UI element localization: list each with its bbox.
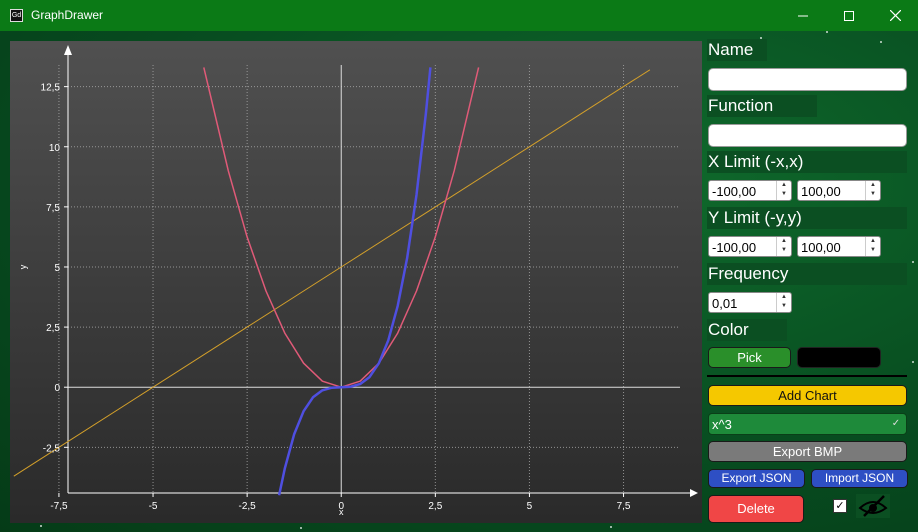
x-tick-label: 7,5 — [617, 501, 631, 512]
export-json-button[interactable]: Export JSON — [708, 469, 805, 488]
ylimit-min-value: -100,00 — [712, 240, 757, 255]
chart-area[interactable]: -7,5 -5 -2,5 0 2,5 5 7,5 -2,5 0 2,5 5 7,5 10 12,5 x y — [10, 41, 702, 523]
spin-arrows-icon[interactable]: ▲ ▼ — [776, 181, 791, 200]
frequency-value: 0,01 — [712, 296, 738, 311]
chart-select-value: x^3 — [712, 417, 732, 432]
color-label: Color — [707, 319, 787, 341]
visible-checkbox[interactable]: ✓ — [833, 499, 847, 513]
x-tick-label: -5 — [149, 501, 158, 512]
y-tick-label: 2,5 — [46, 323, 60, 334]
star-decoration — [40, 525, 42, 527]
star-decoration — [610, 526, 612, 528]
minimize-button[interactable] — [780, 0, 826, 31]
star-decoration — [300, 527, 302, 529]
y-tick-label: 7,5 — [46, 203, 60, 214]
y-axis-label: y — [18, 264, 28, 269]
window-title: GraphDrawer — [31, 8, 104, 22]
visibility-toggle[interactable] — [856, 494, 890, 518]
ylimit-min-spinbox[interactable]: -100,00 ▲ ▼ — [708, 236, 792, 257]
spin-arrows-icon[interactable]: ▲ ▼ — [776, 237, 791, 256]
spin-arrows-icon[interactable]: ▲ ▼ — [776, 293, 791, 312]
xlimit-max-value: 100,00 — [801, 184, 841, 199]
star-decoration — [912, 361, 914, 363]
frequency-spinbox[interactable]: 0,01 ▲ ▼ — [708, 292, 792, 313]
add-chart-button[interactable]: Add Chart — [708, 385, 907, 406]
pick-color-button[interactable]: Pick — [708, 347, 791, 368]
ylimit-max-value: 100,00 — [801, 240, 841, 255]
x-tick-label: -7,5 — [50, 501, 68, 512]
y-tick-label: 5 — [54, 263, 60, 274]
x-tick-label: -2,5 — [239, 501, 257, 512]
x-axis-label: x — [339, 507, 344, 517]
delete-button[interactable]: Delete — [708, 495, 804, 523]
app-icon: Gd — [10, 9, 23, 22]
chart-select[interactable]: x^3 ✓ — [708, 413, 907, 435]
main-area: -7,5 -5 -2,5 0 2,5 5 7,5 -2,5 0 2,5 5 7,5 10 12,5 x y N… — [0, 31, 918, 532]
y-tick-label: 12,5 — [41, 83, 61, 94]
name-input[interactable] — [708, 68, 907, 91]
minimize-icon — [798, 15, 808, 17]
export-bmp-button[interactable]: Export BMP — [708, 441, 907, 462]
xlimit-min-value: -100,00 — [712, 184, 757, 199]
name-label: Name — [707, 39, 767, 61]
y-tick-label: -2,5 — [43, 443, 61, 454]
star-decoration — [912, 261, 914, 263]
separator — [707, 375, 907, 377]
ylimit-label: Y Limit (-y,y) — [707, 207, 907, 229]
control-panel: Name Function X Limit (-x,x) -100,00 ▲ ▼ … — [707, 31, 911, 532]
y-tick-label: 0 — [54, 383, 60, 394]
close-button[interactable] — [872, 0, 918, 31]
import-json-button[interactable]: Import JSON — [811, 469, 908, 488]
title-bar: Gd GraphDrawer — [0, 0, 918, 31]
y-tick-label: 10 — [49, 143, 61, 154]
chart-svg[interactable]: -7,5 -5 -2,5 0 2,5 5 7,5-2,502,557,51012,5xy — [10, 41, 702, 523]
x-tick-label: 5 — [527, 501, 533, 512]
maximize-icon — [844, 11, 854, 22]
ylimit-max-spinbox[interactable]: 100,00 ▲ ▼ — [797, 236, 881, 257]
close-icon — [889, 9, 901, 22]
x-tick-label: 2,5 — [428, 501, 442, 512]
eye-off-icon — [858, 495, 888, 517]
spin-arrows-icon[interactable]: ▲ ▼ — [865, 181, 880, 200]
maximize-button[interactable] — [826, 0, 872, 31]
function-input[interactable] — [708, 124, 907, 147]
xlimit-min-spinbox[interactable]: -100,00 ▲ ▼ — [708, 180, 792, 201]
check-icon: ✓ — [891, 418, 901, 429]
xlimit-label: X Limit (-x,x) — [707, 151, 907, 173]
color-swatch[interactable] — [797, 347, 881, 368]
xlimit-max-spinbox[interactable]: 100,00 ▲ ▼ — [797, 180, 881, 201]
frequency-label: Frequency — [707, 263, 907, 285]
function-label: Function — [707, 95, 817, 117]
spin-arrows-icon[interactable]: ▲ ▼ — [865, 237, 880, 256]
chart-background — [10, 41, 702, 523]
